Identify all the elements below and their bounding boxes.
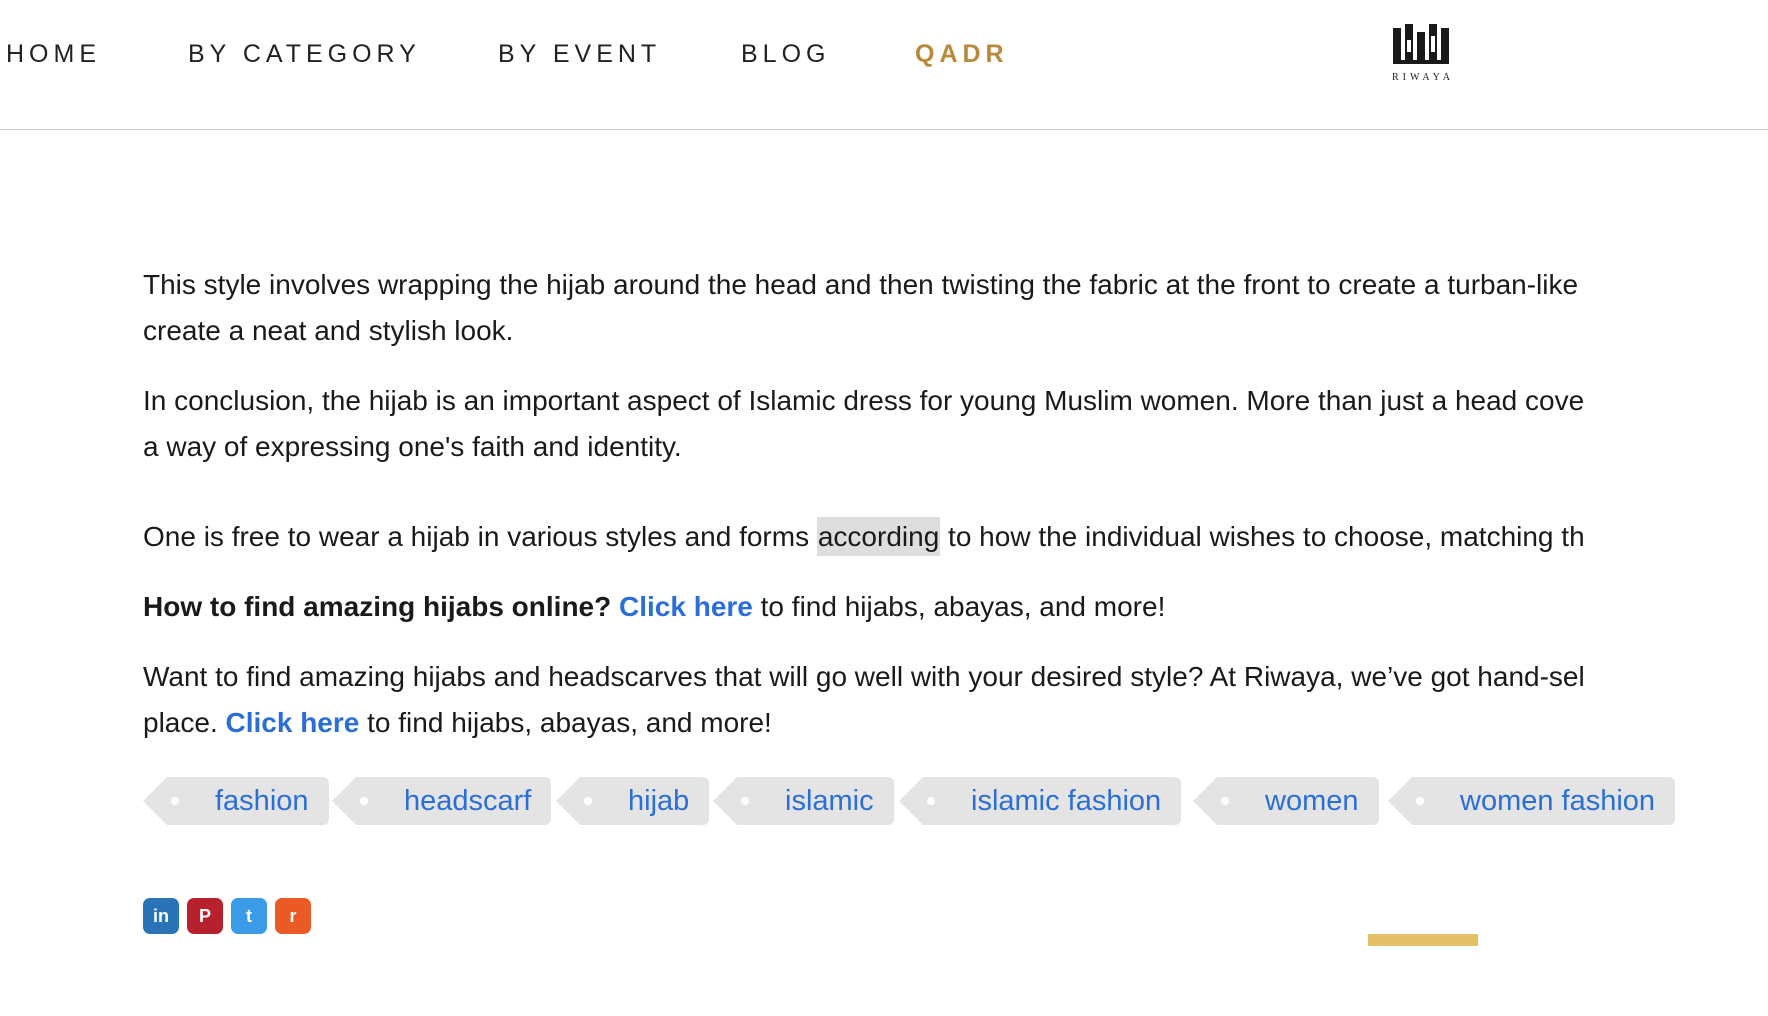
linkedin-icon: in [153, 906, 169, 926]
tag-hole-icon [1416, 797, 1424, 805]
tag-list: fashion headscarf hijab islamic islamic … [143, 777, 1768, 825]
paragraph-line: This style involves wrapping the hijab a… [143, 269, 1579, 300]
tag-hijab[interactable]: hijab [555, 777, 710, 825]
logo-text: RIWAYA [1392, 72, 1454, 83]
nav-qadr[interactable]: QADR [915, 40, 1009, 69]
paragraph-line: create a neat and stylish look. [143, 315, 514, 346]
tag-label: hijab [628, 785, 690, 817]
text-span: One is free to wear a hijab in various s… [143, 521, 817, 552]
text-span: to find hijabs, abayas, and more! [359, 707, 772, 738]
linkedin-share-button[interactable]: in [143, 898, 179, 934]
riwaya-logo[interactable]: RIWAYA [1380, 22, 1466, 86]
paragraph-turban-style: This style involves wrapping the hijab a… [143, 262, 1768, 354]
paragraph-line: place. Click here to find hijabs, abayas… [143, 700, 1768, 746]
page: HOME BY CATEGORY BY EVENT BLOG QADR RIWA… [0, 0, 1768, 1016]
gold-accent-bar [1368, 934, 1478, 946]
tag-women-fashion[interactable]: women fashion [1387, 777, 1676, 825]
text-span: place. [143, 707, 226, 738]
click-here-link[interactable]: Click here [226, 707, 360, 738]
tag-hole-icon [741, 797, 749, 805]
click-here-link[interactable]: Click here [619, 591, 753, 622]
tag-label: headscarf [404, 785, 532, 817]
paragraph-conclusion: In conclusion, the hijab is an important… [143, 378, 1768, 470]
paragraph-riwaya: Want to find amazing hijabs and headscar… [143, 654, 1768, 746]
tag-women[interactable]: women [1193, 777, 1379, 825]
bold-question: How to find amazing hijabs online? [143, 591, 612, 622]
tag-islamic-fashion[interactable]: islamic fashion [898, 777, 1182, 825]
article-body: This style involves wrapping the hijab a… [143, 262, 1768, 746]
text-span: to find hijabs, abayas, and more! [752, 591, 1166, 622]
paragraph-find-hijabs: How to find amazing hijabs online? Click… [143, 584, 1768, 630]
text-span: to how the individual wishes to choose, … [940, 521, 1585, 552]
tag-label: fashion [215, 785, 309, 817]
twitter-share-button[interactable]: t [231, 898, 267, 934]
twitter-icon: t [246, 906, 252, 926]
tag-hole-icon [1221, 797, 1229, 805]
paragraph-free-to-wear: One is free to wear a hijab in various s… [143, 514, 1768, 560]
nav-home[interactable]: HOME [6, 40, 101, 69]
paragraph-line: In conclusion, the hijab is an important… [143, 385, 1585, 416]
tag-label: women [1265, 785, 1359, 817]
pinterest-icon: P [198, 906, 211, 926]
tag-fashion[interactable]: fashion [143, 777, 329, 825]
tag-headscarf[interactable]: headscarf [331, 777, 552, 825]
highlighted-word: according [816, 517, 941, 556]
tag-hole-icon [360, 797, 368, 805]
top-navigation: HOME BY CATEGORY BY EVENT BLOG QADR RIWA… [0, 0, 1768, 130]
tag-hole-icon [171, 797, 179, 805]
tag-label: islamic [785, 785, 874, 817]
tag-label: islamic fashion [971, 785, 1162, 817]
tag-islamic[interactable]: islamic [713, 777, 894, 825]
logo-mark-icon [1393, 24, 1449, 64]
tag-hole-icon [927, 797, 935, 805]
reddit-icon: r [289, 906, 297, 926]
tag-hole-icon [584, 797, 592, 805]
pinterest-share-button[interactable]: P [187, 898, 223, 934]
paragraph-line: Want to find amazing hijabs and headscar… [143, 661, 1585, 692]
nav-by-category[interactable]: BY CATEGORY [188, 40, 421, 69]
nav-by-event[interactable]: BY EVENT [498, 40, 661, 69]
reddit-share-button[interactable]: r [275, 898, 311, 934]
nav-blog[interactable]: BLOG [741, 40, 830, 69]
tag-label: women fashion [1460, 785, 1656, 817]
paragraph-line: a way of expressing one's faith and iden… [143, 431, 682, 462]
